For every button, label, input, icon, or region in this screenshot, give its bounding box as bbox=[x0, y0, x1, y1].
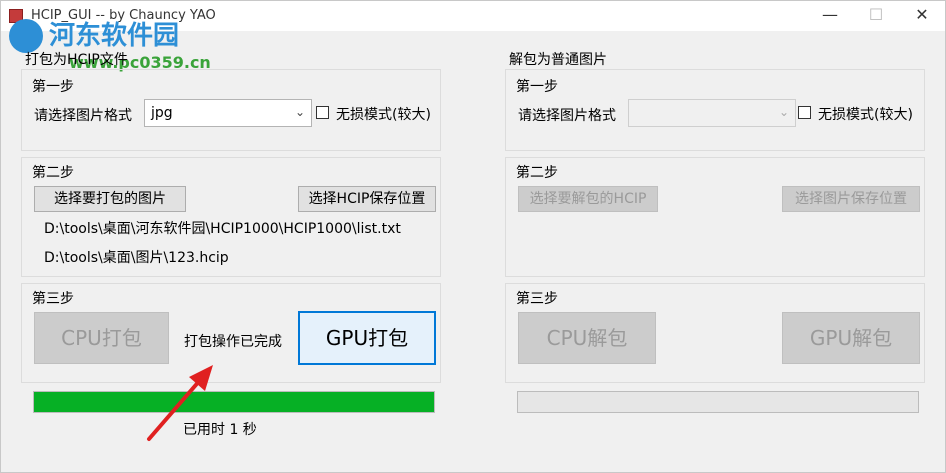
pack-lossless-checkbox[interactable] bbox=[316, 106, 329, 119]
pack-format-select[interactable]: jpg ⌄ bbox=[144, 99, 312, 127]
unpack-lossless-label: 无损模式(较大) bbox=[818, 107, 913, 123]
unpack-step3-label: 第三步 bbox=[516, 291, 558, 307]
unpack-step2-group: 第二步 选择要解包的HCIP 选择图片保存位置 bbox=[505, 157, 925, 277]
cpu-unpack-button[interactable]: CPU解包 bbox=[518, 312, 656, 364]
pack-step1-label: 第一步 bbox=[32, 79, 74, 95]
watermark-logo-icon bbox=[9, 19, 43, 53]
pack-step2-group: 第二步 选择要打包的图片 选择HCIP保存位置 D:\tools\桌面\河东软件… bbox=[21, 157, 441, 277]
pack-step1-group: 第一步 请选择图片格式 jpg ⌄ 无损模式(较大) bbox=[21, 69, 441, 151]
unpack-progress-bar bbox=[517, 391, 919, 413]
pack-lossless-label: 无损模式(较大) bbox=[336, 107, 431, 123]
unpack-step2-label: 第二步 bbox=[516, 165, 558, 181]
maximize-button[interactable]: ☐ bbox=[853, 1, 899, 31]
unpack-step1-group: 第一步 请选择图片格式 ⌄ 无损模式(较大) bbox=[505, 69, 925, 151]
unpack-format-label: 请选择图片格式 bbox=[518, 108, 616, 124]
select-images-button[interactable]: 选择要打包的图片 bbox=[34, 186, 186, 212]
close-button[interactable]: ✕ bbox=[899, 1, 945, 31]
watermark-name: 河东软件园 bbox=[49, 21, 180, 51]
gpu-pack-button[interactable]: GPU打包 bbox=[298, 311, 436, 365]
unpack-step1-label: 第一步 bbox=[516, 79, 558, 95]
unpack-section-title: 解包为普通图片 bbox=[509, 52, 607, 68]
pack-progress-bar bbox=[33, 391, 435, 413]
pack-format-value: jpg bbox=[151, 105, 173, 121]
gpu-unpack-button[interactable]: GPU解包 bbox=[782, 312, 920, 364]
pack-section-title: 打包为HCIP文件 bbox=[25, 52, 128, 68]
cpu-pack-button[interactable]: CPU打包 bbox=[34, 312, 169, 364]
pack-progress-fill bbox=[34, 392, 434, 412]
app-window: HCIP_GUI -- by Chauncy YAO — ☐ ✕ 河东软件园 w… bbox=[0, 0, 946, 473]
chevron-down-icon: ⌄ bbox=[294, 105, 305, 119]
minimize-button[interactable]: — bbox=[807, 1, 853, 31]
unpack-format-select[interactable]: ⌄ bbox=[628, 99, 796, 127]
select-image-save-location-button[interactable]: 选择图片保存位置 bbox=[782, 186, 920, 212]
pack-step3-group: 第三步 CPU打包 打包操作已完成 GPU打包 bbox=[21, 283, 441, 383]
pack-target-path: D:\tools\桌面\图片\123.hcip bbox=[44, 250, 229, 266]
pack-format-label: 请选择图片格式 bbox=[34, 108, 132, 124]
select-hcip-save-location-button[interactable]: 选择HCIP保存位置 bbox=[298, 186, 436, 212]
pack-step3-label: 第三步 bbox=[32, 291, 74, 307]
unpack-step3-group: 第三步 CPU解包 GPU解包 bbox=[505, 283, 925, 383]
pack-status-text: 打包操作已完成 bbox=[184, 334, 282, 350]
chevron-down-icon: ⌄ bbox=[778, 105, 789, 119]
annotation-arrow-icon bbox=[147, 365, 213, 441]
unpack-lossless-checkbox[interactable] bbox=[798, 106, 811, 119]
pack-step2-label: 第二步 bbox=[32, 165, 74, 181]
select-hcip-button[interactable]: 选择要解包的HCIP bbox=[518, 186, 658, 212]
pack-source-path: D:\tools\桌面\河东软件园\HCIP1000\HCIP1000\list… bbox=[44, 221, 401, 237]
